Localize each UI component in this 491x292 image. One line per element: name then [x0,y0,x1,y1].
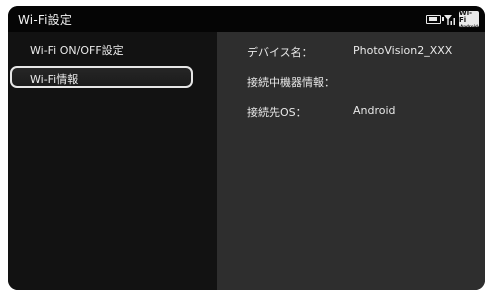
battery-icon [426,14,444,24]
signal-icon [444,13,456,25]
wifi-badge-sublabel: Android [460,23,478,29]
status-icons: Wi-Fi Android [426,8,479,29]
info-label: デバイス名： [247,46,313,59]
info-label: 接続先OS： [247,106,307,119]
info-value: PhotoVision2_XXX [353,44,453,57]
menu-item-label: Wi-Fi情報 [30,73,79,86]
info-value: Android [353,104,396,117]
wifi-badge-label: Wi-Fi [459,8,473,24]
wifi-info-panel: デバイス名： PhotoVision2_XXX 接続中機器情報： 接続先OS： … [217,32,485,290]
menu-item-wifi-onoff[interactable]: Wi-Fi ON/OFF設定 [8,36,217,62]
menu-item-label: Wi-Fi ON/OFF設定 [30,44,124,57]
title-bar: Wi-Fi設定 Wi-Fi Android [8,6,485,32]
menu-item-wifi-info[interactable]: Wi-Fi情報 [10,66,193,88]
page-title: Wi-Fi設定 [18,13,73,27]
app-window: Wi-Fi設定 Wi-Fi Android Wi-Fi ON/OFF設定 Wi-… [8,6,485,290]
settings-menu: Wi-Fi ON/OFF設定 Wi-Fi情報 [8,32,217,290]
wifi-badge-icon: Wi-Fi Android [459,8,479,29]
info-label: 接続中機器情報： [247,76,335,89]
battery-level [428,17,437,21]
